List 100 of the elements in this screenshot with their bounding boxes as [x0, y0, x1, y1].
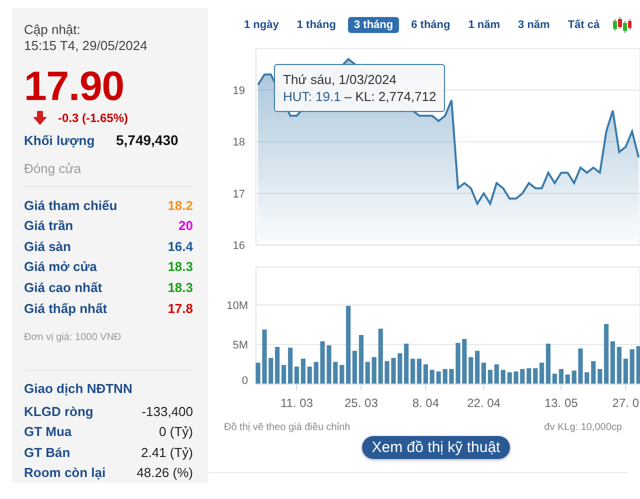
updated-time: 15:15 T4, 29/05/2024: [24, 38, 148, 54]
foreign-value: 48.26 (%): [136, 465, 193, 480]
volume-bar: [572, 370, 576, 384]
axis-label: 18: [232, 136, 245, 149]
session-status: Đóng cửa: [24, 161, 82, 176]
volume-bar: [449, 369, 454, 384]
volume-bar: [488, 370, 492, 384]
axis-label: 25. 03: [344, 396, 378, 410]
current-price: 17.90: [24, 64, 124, 108]
volume-bar: [378, 328, 383, 384]
volume-bar: [436, 371, 441, 384]
foreign-label: GT Bán: [24, 444, 70, 460]
volume-bar: [256, 362, 260, 384]
volume-bar: [578, 348, 583, 384]
volume-bar: [300, 358, 306, 384]
volume-bar: [275, 346, 280, 384]
price-value: 18.3: [168, 259, 193, 274]
axis-label: 17: [232, 188, 245, 200]
volume-bar: [404, 344, 409, 384]
volume-bar: [533, 368, 538, 384]
axis-label: 27. 0: [612, 396, 639, 410]
volume-value: 5,749,430: [116, 132, 178, 148]
axis-label: 22. 04: [467, 396, 500, 410]
volume-bar: [307, 366, 312, 384]
price-unit-note: Đơn vị giá: 1000 VNĐ: [24, 332, 122, 344]
volume-bar: [584, 372, 590, 384]
price-label: Giá sàn: [24, 238, 71, 254]
volume-bar: [430, 370, 434, 384]
price-value: 20: [178, 218, 193, 234]
volume-bar: [468, 357, 474, 384]
period-tab[interactable]: 1 tháng: [290, 17, 342, 33]
volume-bar: [282, 365, 286, 384]
period-tab[interactable]: 1 ngày: [238, 17, 285, 33]
axis-label: 8. 04: [412, 396, 440, 410]
foreign-value: 0 (Tỷ): [159, 424, 193, 440]
volume-bar: [456, 342, 460, 384]
candlestick-icon[interactable]: [612, 16, 632, 34]
volume-bar: [333, 362, 338, 384]
technical-chart-button[interactable]: Xem đồ thị kỹ thuật: [362, 436, 510, 459]
volume-bar: [398, 353, 402, 384]
volume-bar: [507, 372, 512, 384]
volume-bar: [358, 335, 364, 384]
volume-bar: [372, 357, 376, 384]
volume-bar: [268, 358, 274, 384]
volume-bar: [552, 374, 557, 384]
axis-label: 13. 05: [544, 396, 578, 410]
foreign-value: 2.41 (Tỷ): [140, 444, 193, 460]
volume-bar: [365, 362, 370, 384]
volume-bar: [423, 364, 428, 384]
axis-label: 19: [232, 85, 245, 97]
volume-bar: [340, 365, 344, 384]
price-label: Giá thấp nhất: [24, 300, 108, 316]
price-label: Giá mở cửa: [24, 259, 97, 274]
volume-bar: [514, 371, 518, 384]
volume-bar: [262, 330, 267, 384]
axis-label: 16: [232, 240, 245, 252]
volume-bar: [384, 361, 390, 384]
volume-bar: [623, 358, 628, 384]
volume-bar: [520, 369, 525, 384]
foreign-label: Room còn lại: [24, 465, 106, 480]
volume-label: Khối lượng: [24, 132, 96, 148]
price-label: Giá trần: [24, 218, 74, 234]
price-label: Giá cao nhất: [24, 280, 102, 295]
price-value: 16.4: [168, 238, 193, 254]
price-label: Giá tham chiếu: [24, 198, 118, 213]
foreign-label: KLGD ròng: [24, 404, 94, 419]
axis-label: 11. 03: [280, 396, 313, 410]
volume-bar: [630, 349, 634, 384]
period-tab[interactable]: 3 năm: [512, 17, 556, 33]
volume-bar: [442, 369, 448, 384]
volume-bar: [326, 345, 332, 384]
foreign-label: GT Mua: [24, 424, 72, 440]
tooltip-values: HUT: 19.1 – KL: 2,774,712: [283, 88, 436, 105]
price-change: -0.3 (-1.65%): [58, 111, 128, 125]
volume-bar: [558, 369, 564, 384]
price-value: 18.2: [168, 198, 193, 213]
period-tab[interactable]: 1 năm: [462, 17, 506, 33]
volume-bar: [500, 370, 506, 384]
foreign-value: -133,400: [142, 404, 193, 419]
chart-note: Đồ thị vẽ theo giá điều chỉnh: [224, 422, 350, 433]
volume-bar: [462, 339, 467, 384]
foreign-trading-title: Giao dịch NĐTNN: [24, 380, 134, 398]
volume-bar: [598, 369, 602, 384]
axis-label: 0: [242, 375, 248, 387]
volume-bar: [616, 346, 622, 384]
price-value: 17.8: [168, 300, 193, 316]
volume-bar: [526, 368, 532, 384]
price-value: 18.3: [168, 280, 193, 295]
volume-bar: [320, 341, 325, 384]
down-arrow-icon: [32, 110, 48, 126]
volume-bar: [391, 358, 396, 384]
period-tab[interactable]: 6 tháng: [405, 17, 456, 33]
tooltip-date: Thứ sáu, 1/03/2024: [283, 71, 398, 88]
axis-label: 5M: [232, 340, 248, 352]
period-tab[interactable]: 3 tháng: [348, 17, 400, 33]
updated-label: Cập nhật:: [24, 22, 82, 38]
volume-unit-note: đv KLg: 10,000cp: [544, 422, 622, 433]
period-tab[interactable]: Tất cả: [562, 17, 606, 33]
axis-label: 10M: [226, 300, 248, 312]
volume-bar: [565, 374, 570, 384]
